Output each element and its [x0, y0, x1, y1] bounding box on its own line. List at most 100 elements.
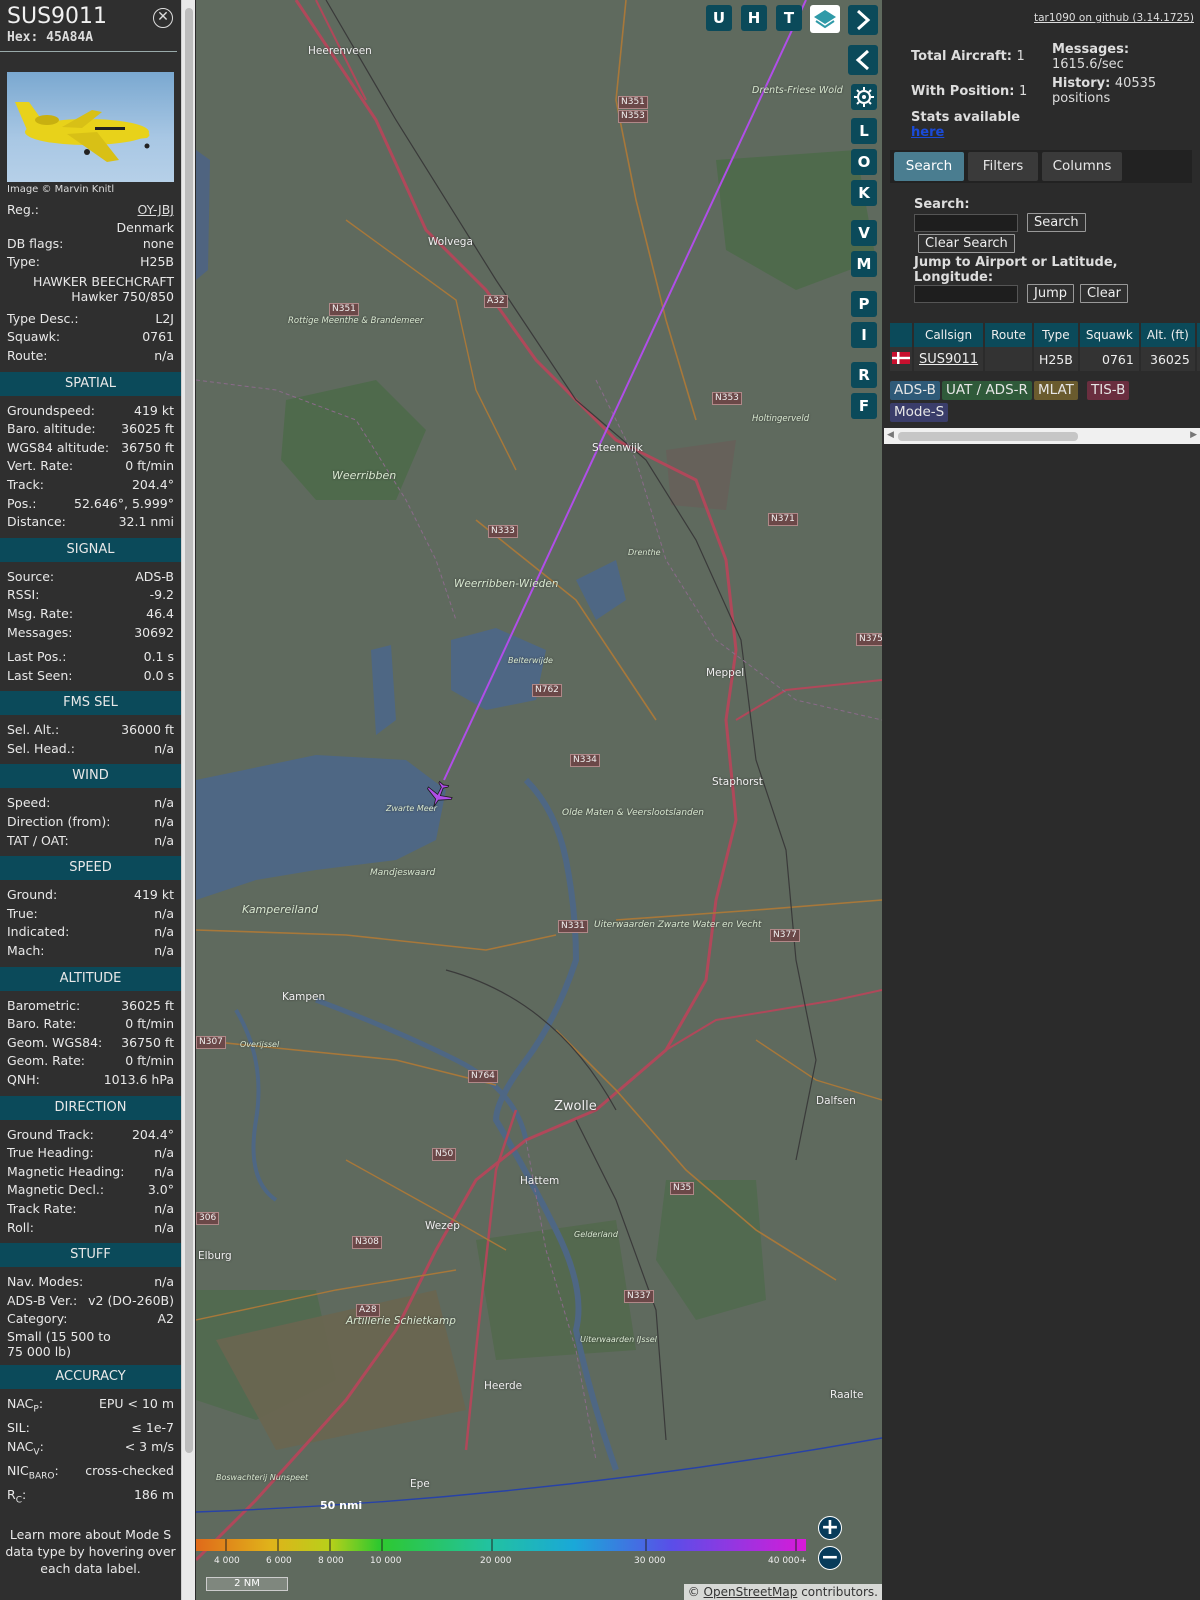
map-button-t[interactable]: T [776, 5, 802, 31]
map-place-label: Drenthe [628, 548, 661, 557]
map-button-o[interactable]: O [851, 149, 877, 175]
right-panel: tar1090 on github (3.14.1725) Total Airc… [882, 0, 1200, 1600]
source-badge[interactable]: ADS-B [890, 381, 940, 400]
map-button-r[interactable]: R [851, 362, 877, 388]
aircraft-photo[interactable] [7, 72, 174, 182]
map-view[interactable]: Heerenveen Wolvega Steenwijk Weerribben Weer… [196, 0, 882, 1600]
field-label: Nav. Modes: [7, 1274, 84, 1290]
nic-value: cross-checked [85, 1462, 174, 1478]
reg-link[interactable]: OY-JBJ [138, 201, 174, 220]
scrollbar-thumb[interactable] [898, 432, 1078, 441]
map-button-f[interactable]: F [851, 393, 877, 419]
map-button-l[interactable]: L [851, 118, 877, 144]
field-value: 204.4° [131, 1126, 174, 1142]
openstreetmap-link[interactable]: OpenStreetMap [704, 1585, 798, 1599]
field-label: Category: [7, 1311, 68, 1327]
source-badge[interactable]: TIS-B [1087, 381, 1130, 400]
stats-link[interactable]: here [911, 125, 944, 140]
column-header[interactable]: Route [985, 323, 1032, 347]
panel-tabs: Search Filters Columns [890, 150, 1192, 183]
map-place-label: Boswachterij Nunspeet [216, 1473, 309, 1482]
field-label: Track Rate: [7, 1200, 77, 1216]
column-header[interactable] [890, 323, 912, 347]
stuff-row: Category: A2 [0, 1310, 181, 1329]
settings-button[interactable] [851, 84, 877, 110]
source-badge[interactable]: Mode-S [890, 403, 949, 422]
attribution-prefix: © [687, 1585, 700, 1599]
map-place-label: Heerenveen [308, 45, 372, 57]
map-place-label: Elburg [198, 1250, 232, 1262]
section-header-speed: SPEED [0, 856, 181, 881]
section-header-stuff: STUFF [0, 1243, 181, 1268]
road-label: N375 [856, 633, 882, 646]
source-badge[interactable]: MLAT [1034, 381, 1078, 400]
field-label: Sel. Head.: [7, 740, 75, 756]
scrollbar-thumb[interactable] [185, 8, 193, 1453]
field-value: n/a [154, 740, 174, 756]
speed-row: Mach: n/a [0, 942, 181, 961]
field-value: n/a [154, 1200, 174, 1216]
row-callsign[interactable]: SUS9011 [914, 347, 984, 371]
column-header[interactable]: Type [1033, 323, 1078, 347]
field-label: Groundspeed: [7, 402, 95, 418]
map-button-k[interactable]: K [851, 180, 877, 206]
direction-row: Roll: n/a [0, 1219, 181, 1238]
field-label: WGS84 altitude: [7, 439, 110, 455]
table-horizontal-scrollbar[interactable]: ◀ ▶ [884, 428, 1200, 444]
map-button-m[interactable]: M [851, 251, 877, 277]
column-header[interactable]: Callsign [914, 323, 984, 347]
scroll-right-icon[interactable]: ▶ [1190, 430, 1197, 440]
column-header[interactable]: Alt. (ft) [1140, 323, 1195, 347]
expand-right-button[interactable] [848, 5, 878, 35]
clear-search-button[interactable]: Clear Search [918, 234, 1015, 253]
map-place-label: Gelderland [574, 1230, 618, 1239]
altitude-legend: 4 000 6 000 8 000 10 000 20 000 30 000 40 000+ [196, 1539, 806, 1566]
field-label: Direction (from): [7, 814, 111, 830]
chevron-left-icon [855, 49, 870, 71]
field-value: 36750 ft [121, 439, 174, 455]
map-button-v[interactable]: V [851, 220, 877, 246]
collapse-left-button[interactable] [848, 45, 878, 75]
route-label: Route: [7, 347, 48, 363]
route-row: Route: n/a [0, 347, 181, 366]
column-header[interactable]: Squawk [1079, 323, 1139, 347]
spatial-row: Groundspeed: 419 kt [0, 402, 181, 421]
signal-row: Last Pos.: 0.1 s [0, 648, 181, 667]
map-button-i[interactable]: I [851, 322, 877, 348]
map-place-label: Kampereiland [242, 903, 319, 916]
source-badge[interactable]: UAT / ADS-R [942, 381, 1032, 400]
map-base [196, 0, 882, 1562]
info-panel-scrollbar[interactable] [181, 0, 195, 1600]
zoom-in-button[interactable]: + [818, 1516, 842, 1540]
scroll-left-icon[interactable]: ◀ [887, 430, 894, 440]
map-place-label: Olde Maten & Veerslootslanden [562, 808, 704, 818]
layers-button[interactable] [810, 5, 840, 33]
search-button[interactable]: Search [1027, 213, 1086, 232]
typedesc-value: L2J [155, 310, 174, 326]
field-value: 36025 ft [121, 997, 174, 1013]
jump-input[interactable] [914, 285, 1018, 303]
jump-button[interactable]: Jump [1027, 284, 1074, 303]
close-icon[interactable]: ✕ [153, 8, 173, 28]
search-label: Search: [914, 197, 970, 212]
denmark-flag-icon [892, 351, 910, 364]
tab-filters[interactable]: Filters [968, 152, 1038, 181]
zoom-out-button[interactable]: − [818, 1546, 842, 1570]
map-button-p[interactable]: P [851, 291, 877, 317]
map-button-h[interactable]: H [741, 5, 767, 31]
aircraft-photo-image [15, 102, 150, 162]
history-stat: History: 40535 positions [1052, 76, 1192, 106]
nacp-label: NACP: [7, 1395, 44, 1415]
tab-columns[interactable]: Columns [1042, 152, 1122, 181]
github-link[interactable]: tar1090 on github (3.14.1725) [1034, 12, 1194, 24]
tab-search[interactable]: Search [894, 152, 964, 181]
map-button-u[interactable]: U [706, 5, 732, 31]
row-squawk: 0761 [1079, 347, 1139, 371]
altitude-tick-label: 40 000+ [768, 1556, 806, 1566]
field-label: Geom. Rate: [7, 1053, 86, 1069]
table-row[interactable]: SUS9011 H25B 0761 36025 [890, 347, 1200, 371]
road-label: N334 [570, 754, 600, 767]
clear-button[interactable]: Clear [1080, 284, 1128, 303]
search-input[interactable] [914, 214, 1018, 232]
field-value: n/a [154, 943, 174, 959]
